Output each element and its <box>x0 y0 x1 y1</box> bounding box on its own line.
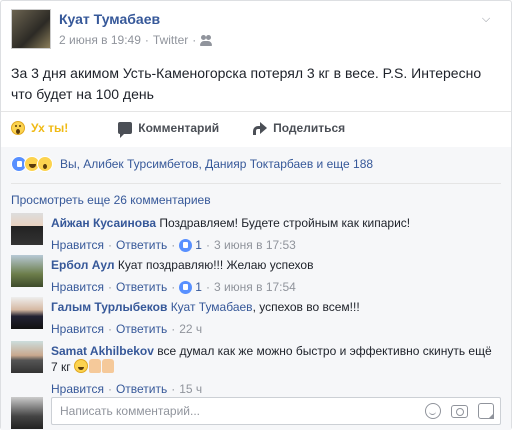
post-text: За 3 дня акимом Усть-Каменогорска потеря… <box>11 65 482 102</box>
post-source[interactable]: Twitter <box>153 33 188 47</box>
comment-text: Поздравляем! Будете стройным как кипарис… <box>159 216 411 230</box>
avatar[interactable] <box>11 297 43 329</box>
composer-icons <box>425 403 494 419</box>
like-count: 1 <box>195 280 202 294</box>
comment-body: Ербол Аул Куат поздравляю!!! Желаю успех… <box>51 257 501 295</box>
comment-time[interactable]: 15 ч <box>179 381 202 397</box>
avatar[interactable] <box>11 213 43 245</box>
divider <box>11 183 501 184</box>
reactions-summary[interactable]: Вы, Алибек Турсимбетов, Данияр Токтарбае… <box>11 155 373 173</box>
reaction-icons <box>11 156 53 172</box>
comment-body: Samat Akhilbekov все думал как же можно … <box>51 343 501 397</box>
comment-time[interactable]: 3 июня в 17:54 <box>214 279 296 295</box>
comment-label: Комментарий <box>138 121 220 135</box>
avatar <box>11 397 43 429</box>
comment-button[interactable]: Комментарий <box>118 121 220 138</box>
comment-input[interactable] <box>52 398 392 424</box>
comment-composer <box>11 397 501 429</box>
like-comment-link[interactable]: Нравится <box>51 279 104 295</box>
divider <box>1 111 511 112</box>
like-comment-link[interactable]: Нравится <box>51 237 104 253</box>
avatar[interactable] <box>11 341 43 373</box>
reply-comment-link[interactable]: Ответить <box>116 381 167 397</box>
comment-author[interactable]: Галым Турлыбеков <box>51 300 167 314</box>
thumbs-up-icon <box>88 359 101 373</box>
meta-separator: · <box>144 33 149 47</box>
reply-comment-link[interactable]: Ответить <box>116 321 167 337</box>
reply-comment-link[interactable]: Ответить <box>116 237 167 253</box>
wow-icon <box>11 121 25 135</box>
comment-body: Айжан Кусаинова Поздравляем! Будете стро… <box>51 215 501 253</box>
post-meta: 2 июня в 19:49 · Twitter · <box>59 33 213 47</box>
share-button[interactable]: Поделиться <box>253 121 345 135</box>
post-header: Куат Тумабаев 2 июня в 19:49 · Twitter ·… <box>11 9 501 53</box>
camera-icon[interactable] <box>451 405 468 418</box>
post-date[interactable]: 2 июня в 19:49 <box>59 33 141 47</box>
post-author-name[interactable]: Куат Тумабаев <box>59 11 160 27</box>
comment-author[interactable]: Айжан Кусаинова <box>51 216 156 230</box>
comment-footer: Нравится · Ответить · 22 ч <box>51 321 203 337</box>
like-icon <box>179 280 193 294</box>
like-comment-link[interactable]: Нравится <box>51 321 104 337</box>
view-more-comments-link[interactable]: Просмотреть еще 26 комментариев <box>11 193 211 207</box>
wow-reaction-button[interactable]: Ух ты! <box>11 121 68 135</box>
reply-comment-link[interactable]: Ответить <box>116 279 167 295</box>
comment-text: Куат поздравляю!!! Желаю успехов <box>117 258 314 272</box>
wow-icon <box>37 156 53 172</box>
avatar[interactable] <box>11 255 43 287</box>
author-avatar[interactable] <box>11 9 51 49</box>
mention-link[interactable]: Куат Тумабаев <box>171 300 253 314</box>
comment-footer: Нравится · Ответить · 1 · 3 июня в 17:54 <box>51 279 296 295</box>
meta-separator: · <box>192 33 197 47</box>
comment-author[interactable]: Samat Akhilbekov <box>51 344 154 358</box>
chevron-down-icon[interactable]: ⌵ <box>479 13 493 27</box>
comment-footer: Нравится · Ответить · 1 · 3 июня в 17:53 <box>51 237 296 253</box>
reactions-text[interactable]: Вы, Алибек Турсимбетов, Данияр Токтарбае… <box>60 157 373 171</box>
comment-input-box[interactable] <box>51 397 501 425</box>
like-icon <box>179 238 193 252</box>
comment-text: , успехов во всем!!! <box>252 300 360 314</box>
comment-time[interactable]: 3 июня в 17:53 <box>214 237 296 253</box>
comment-time[interactable]: 22 ч <box>179 321 202 337</box>
comment-footer: Нравится · Ответить · 15 ч <box>51 381 203 397</box>
comments-section: Вы, Алибек Турсимбетов, Данияр Токтарбае… <box>1 147 511 430</box>
share-icon <box>253 122 268 135</box>
sticker-icon[interactable] <box>478 403 494 419</box>
comment-like-count[interactable]: 1 <box>179 237 202 253</box>
comment-like-count[interactable]: 1 <box>179 279 202 295</box>
post-actions: Ух ты! Комментарий Поделиться <box>1 115 511 141</box>
wow-label: Ух ты! <box>31 121 69 135</box>
comment-icon <box>118 122 133 138</box>
emoji-icon[interactable] <box>425 403 441 419</box>
friends-icon[interactable] <box>200 34 213 46</box>
like-comment-link[interactable]: Нравится <box>51 381 104 397</box>
laughing-emoji-icon <box>73 359 88 373</box>
like-count: 1 <box>195 238 202 252</box>
thumbs-up-icon <box>101 359 114 373</box>
comment-body: Галым Турлыбеков Куат Тумабаев, успехов … <box>51 299 501 337</box>
facebook-post: Куат Тумабаев 2 июня в 19:49 · Twitter ·… <box>0 0 512 430</box>
share-label: Поделиться <box>273 121 346 135</box>
comment-author[interactable]: Ербол Аул <box>51 258 115 272</box>
